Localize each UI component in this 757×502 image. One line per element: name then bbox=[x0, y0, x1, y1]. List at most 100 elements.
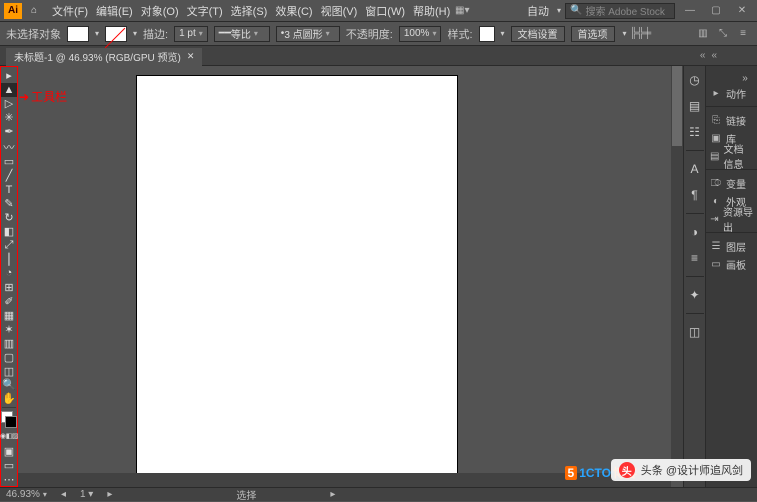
status-chevron-icon[interactable]: ▸ bbox=[330, 489, 335, 500]
links-panel[interactable]: ⎘链接 bbox=[706, 111, 757, 129]
pen-tool-icon[interactable]: ✒ bbox=[1, 125, 17, 139]
stroke-swatch[interactable] bbox=[105, 26, 127, 42]
tools-panel: ▸▲▷✳✒〰▭╱T✎↻◧⤢⎮◔⊞✐▦✶▥▢◫🔍✋◉◧▨▣▭⋯ bbox=[0, 66, 18, 487]
rectangle-tool-icon[interactable]: ▭ bbox=[1, 155, 17, 169]
docsetup-button[interactable]: 文档设置 bbox=[511, 26, 565, 42]
artboard-tool-icon[interactable]: ▢ bbox=[1, 350, 17, 364]
artboard[interactable] bbox=[137, 76, 457, 487]
fill-swatch[interactable] bbox=[67, 26, 89, 42]
free-transform-icon[interactable]: ⊞ bbox=[1, 280, 17, 294]
direct-select-tool-icon[interactable]: ▷ bbox=[1, 97, 17, 111]
scale-tool-icon[interactable]: ⤢ bbox=[1, 238, 17, 252]
close-icon[interactable]: ✕ bbox=[731, 3, 753, 19]
eyedropper-tool-icon[interactable]: ✐ bbox=[1, 294, 17, 308]
zoom-level[interactable]: 46.93% bbox=[6, 489, 47, 500]
properties-dock-icon[interactable]: ◷ bbox=[687, 72, 703, 88]
vertical-scrollbar[interactable] bbox=[671, 66, 683, 473]
panel-dock: ◷ ▤ ☷ A ¶ ◑ ≡ ✦ ◫ bbox=[683, 66, 705, 487]
menu-file[interactable]: 文件(F) bbox=[48, 3, 92, 19]
maximize-icon[interactable]: ▢ bbox=[705, 3, 727, 19]
libraries-dock-icon[interactable]: ▤ bbox=[687, 98, 703, 114]
artboards-panel[interactable]: ▭画板 bbox=[706, 255, 757, 273]
appearance-panel-icon: ◐ bbox=[710, 195, 722, 207]
menu-flyout-icon[interactable]: ≡ bbox=[735, 26, 751, 42]
curvature-tool-icon[interactable]: 〰 bbox=[1, 139, 17, 155]
symbols-dock-icon[interactable]: ✦ bbox=[687, 287, 703, 303]
scrollbar-thumb[interactable] bbox=[672, 66, 682, 146]
panel-label: 链接 bbox=[726, 113, 746, 128]
status-bar: 46.93% ◂ 1 ▾ ▸ 选择 ▸ bbox=[0, 487, 757, 501]
artboards-panel-icon: ▭ bbox=[710, 258, 722, 270]
width-tool-icon[interactable]: ⎮ bbox=[1, 252, 17, 266]
panel-collapse-left-icon[interactable]: « bbox=[700, 50, 706, 61]
menu-edit[interactable]: 编辑(E) bbox=[92, 3, 137, 19]
layers-dock-icon[interactable]: ☷ bbox=[687, 124, 703, 140]
more-tools-icon[interactable]: ⋯ bbox=[1, 472, 17, 486]
magic-wand-tool-icon[interactable]: ✳ bbox=[1, 111, 17, 125]
panel-collapse-right-icon[interactable]: « bbox=[711, 50, 717, 61]
canvas-stage[interactable] bbox=[0, 66, 683, 487]
draw-normal-icon[interactable]: ▣ bbox=[1, 444, 17, 458]
panel-toggle-icon[interactable]: ▥ bbox=[695, 26, 711, 42]
hand-tool-icon[interactable]: ✋ bbox=[1, 392, 17, 406]
asset-export-panel[interactable]: ⇥资源导出 bbox=[706, 210, 757, 228]
bridge-icon[interactable]: ▦▾ bbox=[454, 3, 470, 19]
graph-tool-icon[interactable]: ▥ bbox=[1, 336, 17, 350]
appearance-dock-icon[interactable]: ◑ bbox=[687, 224, 703, 240]
document-tab[interactable]: 未标题-1 @ 46.93% (RGB/GPU 预览) ✕ bbox=[6, 48, 202, 66]
zoom-tool-icon[interactable]: 🔍 bbox=[1, 378, 17, 392]
background-swatch[interactable] bbox=[5, 416, 17, 428]
menu-bar: Ai ⌂ 文件(F) 编辑(E) 对象(O) 文字(T) 选择(S) 效果(C)… bbox=[0, 0, 757, 22]
layers-panel-icon: ☰ bbox=[710, 240, 722, 252]
stroke-width-input[interactable]: 1 pt bbox=[174, 26, 208, 42]
graphic-styles-dock-icon[interactable]: ≡ bbox=[687, 250, 703, 266]
expand-panel-icon[interactable]: ⤡ bbox=[715, 26, 731, 42]
prefs-button[interactable]: 首选项 bbox=[571, 26, 615, 42]
slice-tool-icon[interactable]: ◫ bbox=[1, 364, 17, 378]
menu-object[interactable]: 对象(O) bbox=[137, 3, 183, 19]
tab-close-icon[interactable]: ✕ bbox=[187, 51, 195, 62]
fill-stroke-swatches[interactable] bbox=[1, 411, 17, 428]
workspace: ◷▤☷A¶◑≡✦◫ » ▸动作 ⎘链接▣库▤文档信息 ⎄变量◐外观⇥资源导出 ☰… bbox=[0, 66, 757, 487]
character-dock-icon[interactable]: A bbox=[687, 161, 703, 177]
style-swatch[interactable] bbox=[479, 26, 495, 42]
auto-label[interactable]: 自动 bbox=[527, 3, 549, 19]
menu-window[interactable]: 窗口(W) bbox=[361, 3, 409, 19]
variables-panel[interactable]: ⎄变量 bbox=[706, 174, 757, 192]
paintbrush-tool-icon[interactable]: ✎ bbox=[1, 197, 17, 211]
menu-view[interactable]: 视图(V) bbox=[317, 3, 362, 19]
menu-help[interactable]: 帮助(H) bbox=[409, 3, 454, 19]
triangle-icon[interactable]: ▸ bbox=[1, 69, 17, 83]
opacity-input[interactable]: 100% bbox=[399, 26, 442, 42]
menu-effect[interactable]: 效果(C) bbox=[271, 3, 316, 19]
panel-label: 动作 bbox=[726, 86, 746, 101]
menu-type[interactable]: 文字(T) bbox=[183, 3, 227, 19]
screen-mode-icon[interactable]: ▭ bbox=[1, 458, 17, 472]
artboard-nav[interactable]: 1 ▾ bbox=[80, 489, 93, 500]
type-tool-icon[interactable]: T bbox=[1, 183, 17, 197]
shape-builder-icon[interactable]: ◔ bbox=[1, 266, 17, 280]
paragraph-dock-icon[interactable]: ¶ bbox=[687, 187, 703, 203]
eraser-tool-icon[interactable]: ◧ bbox=[1, 225, 17, 239]
line-tool-icon[interactable]: ╱ bbox=[1, 169, 17, 183]
brushes-dock-icon[interactable]: ◫ bbox=[687, 324, 703, 340]
gradient-tool-icon[interactable]: ▦ bbox=[1, 308, 17, 322]
brush-dropdown[interactable]: • 3 点圆形 bbox=[276, 26, 340, 42]
symbol-spray-icon[interactable]: ✶ bbox=[1, 322, 17, 336]
actions-panel[interactable]: ▸动作 bbox=[706, 84, 757, 102]
panel-label: 文档信息 bbox=[723, 141, 753, 171]
selection-tool-icon[interactable]: ▲ bbox=[1, 83, 17, 97]
none-mode-icon[interactable]: ▨ bbox=[12, 428, 18, 444]
rotate-tool-icon[interactable]: ↻ bbox=[1, 211, 17, 225]
align-icon[interactable]: ╠╬╪ bbox=[633, 26, 649, 42]
menu-select[interactable]: 选择(S) bbox=[227, 3, 272, 19]
search-input[interactable]: 🔍搜索 Adobe Stock bbox=[565, 3, 675, 19]
home-icon[interactable]: ⌂ bbox=[26, 3, 42, 19]
layers-panel[interactable]: ☰图层 bbox=[706, 237, 757, 255]
docinfo-panel[interactable]: ▤文档信息 bbox=[706, 147, 757, 165]
minimize-icon[interactable]: — bbox=[679, 3, 701, 19]
nav-prev-icon[interactable]: ◂ bbox=[61, 489, 66, 500]
search-placeholder: 搜索 Adobe Stock bbox=[585, 3, 664, 18]
uniform-dropdown[interactable]: ━━ 等比 bbox=[214, 26, 270, 42]
nav-next-icon[interactable]: ▸ bbox=[107, 489, 112, 500]
